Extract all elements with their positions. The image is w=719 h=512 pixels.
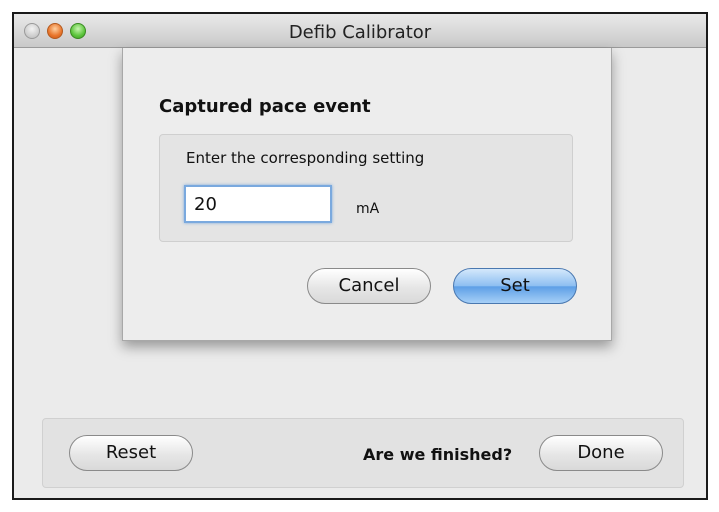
calibration-sheet: Captured pace event Enter the correspond… [122,48,612,341]
reset-button[interactable]: Reset [69,435,193,471]
app-window: Defib Calibrator Captured pace event Ent… [12,12,708,500]
setting-prompt: Enter the corresponding setting [186,149,425,167]
setting-group: Enter the corresponding setting mA [159,134,573,242]
finished-question: Are we finished? [363,445,513,464]
footer-bar: Reset Are we finished? Done [42,418,684,488]
title-bar[interactable]: Defib Calibrator [14,14,706,48]
window-title: Defib Calibrator [288,22,432,43]
window-content: Captured pace event Enter the correspond… [14,48,706,498]
unit-label: mA [356,201,380,217]
sheet-title: Captured pace event [159,96,371,117]
set-button[interactable]: Set [453,268,577,304]
setting-input[interactable] [184,185,332,223]
done-button[interactable]: Done [539,435,663,471]
cancel-button[interactable]: Cancel [307,268,431,304]
